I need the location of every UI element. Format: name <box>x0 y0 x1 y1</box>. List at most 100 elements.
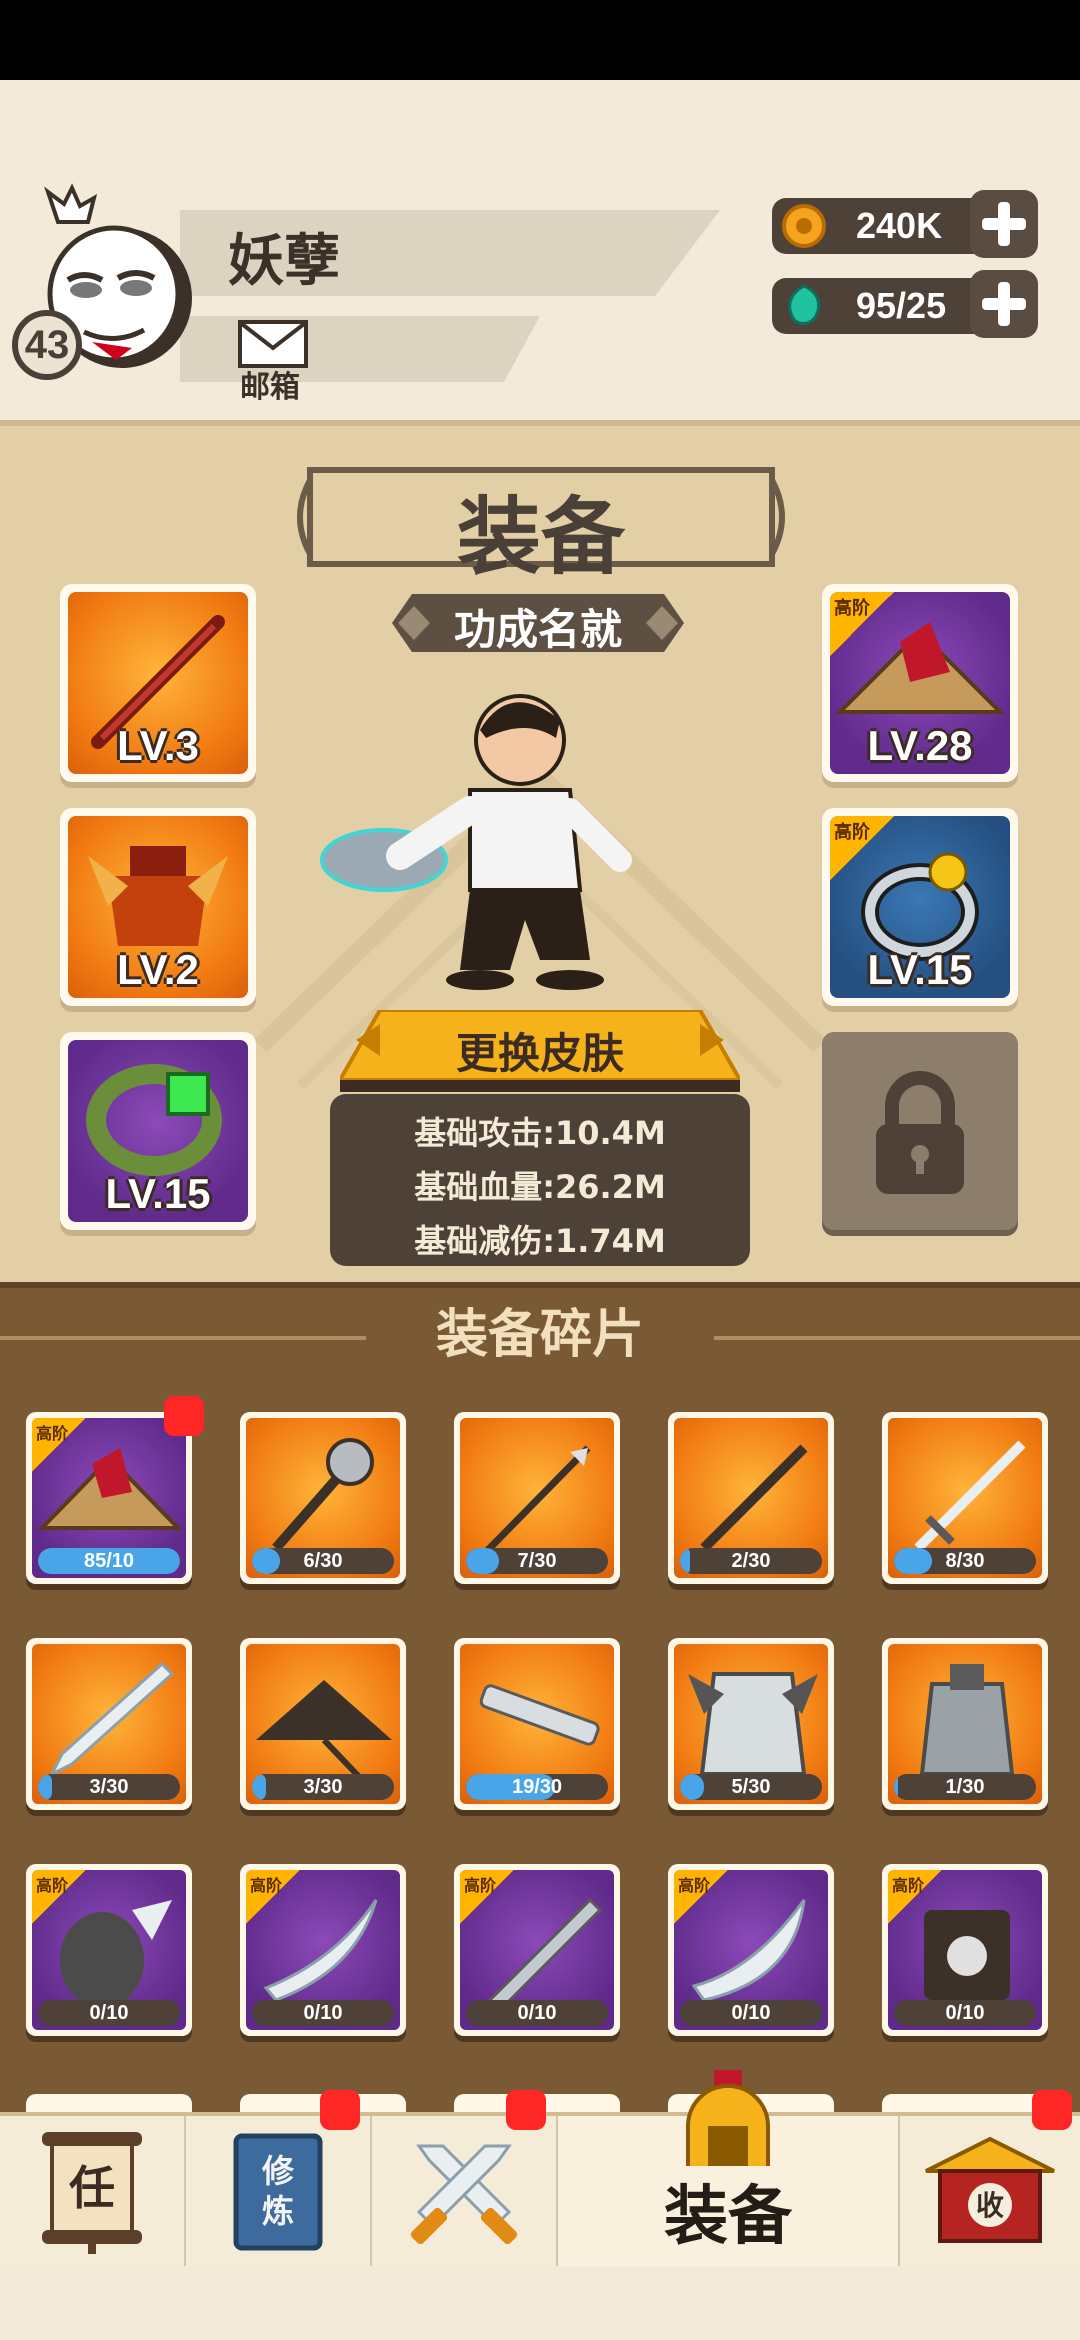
equip-slot-armor[interactable]: LV.2 <box>60 808 256 1006</box>
fragment-tile-bg: 1/30 <box>888 1644 1042 1804</box>
nav-training[interactable]: 修 炼 <box>186 2116 372 2266</box>
fragment-progress-bar: 8/30 <box>894 1548 1036 1574</box>
fragment-progress-bar: 0/10 <box>680 2000 822 2026</box>
grade-tag: 高阶 <box>32 1870 86 1924</box>
fragment-count: 3/30 <box>303 1776 343 1798</box>
fragment-mace[interactable]: 6/30 <box>240 1412 406 1584</box>
notification-badge <box>164 1396 204 1436</box>
nav-battle[interactable] <box>372 2116 558 2266</box>
hero-character <box>320 694 632 990</box>
nav-shop[interactable]: 收 <box>900 2116 1080 2266</box>
fragment-tile-bg: 高阶 0/10 <box>460 1870 614 2030</box>
fragment-progress-bar: 85/10 <box>38 1548 180 1574</box>
add-gems-button[interactable] <box>970 270 1038 338</box>
nav-tasks[interactable]: 任 <box>0 2116 186 2266</box>
swords-icon <box>410 2144 518 2245</box>
change-skin-label[interactable]: 更换皮肤 <box>340 1020 740 1081</box>
fragment-chest[interactable]: 高阶 0/10 <box>882 1864 1048 2036</box>
mail-icon[interactable] <box>238 320 308 368</box>
player-level-badge: 43 <box>12 310 82 380</box>
add-coins-button[interactable] <box>970 190 1038 258</box>
fragment-tile-bg: 高阶 85/10 <box>32 1418 186 1578</box>
fragment-progress-bar: 0/10 <box>252 2000 394 2026</box>
nav-equipment[interactable]: 装备 <box>558 2070 900 2266</box>
notification-badge <box>506 2090 546 2130</box>
fragment-progress-bar: 0/10 <box>894 2000 1036 2026</box>
fragment-tile-bg: 高阶 0/10 <box>32 1870 186 2030</box>
notification-badge <box>320 2090 360 2130</box>
fragment-count: 0/10 <box>303 2002 343 2024</box>
base-stats: 基础攻击:10.4M 基础血量:26.2M 基础减伤:1.74M <box>330 1094 750 1266</box>
fragment-staff[interactable]: 2/30 <box>668 1412 834 1584</box>
equip-slot-bracelet[interactable]: LV.15 <box>60 1032 256 1230</box>
shop-label: 收 <box>976 2189 1004 2222</box>
fragment-sword[interactable]: 8/30 <box>882 1412 1048 1584</box>
book-icon: 修 炼 <box>233 2133 323 2251</box>
equip-slot-weapon[interactable]: LV.3 <box>60 584 256 782</box>
scroll-icon: 任 <box>42 2132 142 2254</box>
fragment-tile-bg: 5/30 <box>674 1644 828 1804</box>
equip-slot-hat[interactable]: 高阶 LV.28 <box>822 584 1018 782</box>
mail-banner <box>180 316 540 382</box>
slot-level: LV.2 <box>117 946 199 993</box>
coin-icon <box>782 204 826 248</box>
training-label-2: 炼 <box>262 2192 294 2230</box>
fragment-count: 3/30 <box>89 1776 129 1798</box>
fragment-count: 0/10 <box>89 2002 129 2024</box>
shop-icon: 收 <box>925 2136 1055 2243</box>
fragment-count: 85/10 <box>83 1550 135 1572</box>
slot-level: LV.15 <box>105 1170 211 1217</box>
notification-badge <box>1032 2090 1072 2130</box>
fragment-progress-bar: 3/30 <box>252 1774 394 1800</box>
fragment-blade[interactable]: 3/30 <box>26 1638 192 1810</box>
fragment-spear[interactable]: 7/30 <box>454 1412 620 1584</box>
mail-label[interactable]: 邮箱 <box>240 362 300 406</box>
grade-tag: 高阶 <box>830 816 894 880</box>
grade-tag: 高阶 <box>32 1418 86 1472</box>
fragment-tile-bg: 3/30 <box>246 1644 400 1804</box>
fragment-tile-bg: 3/30 <box>32 1644 186 1804</box>
fragment-count: 6/30 <box>303 1550 343 1572</box>
player-name: 妖孽 <box>228 229 340 294</box>
fragments-title: 装备碎片 <box>435 1306 644 1362</box>
fragment-count: 2/30 <box>731 1550 771 1572</box>
fragment-gun[interactable]: 19/30 <box>454 1638 620 1810</box>
slot-level: LV.3 <box>117 722 199 769</box>
fragment-scimitar[interactable]: 高阶 0/10 <box>668 1864 834 2036</box>
fragment-straw-hat[interactable]: 3/30 <box>240 1638 406 1810</box>
fragment-tile-bg: 高阶 0/10 <box>674 1870 828 2030</box>
fragment-progress-bar: 0/10 <box>38 2000 180 2026</box>
fragment-count: 7/30 <box>517 1550 557 1572</box>
gem-icon <box>788 284 821 325</box>
fragment-saber[interactable]: 高阶 0/10 <box>240 1864 406 2036</box>
fragment-tile-bg: 8/30 <box>888 1418 1042 1578</box>
grade-tag: 高阶 <box>830 592 894 656</box>
system-nav-bar <box>0 2268 1080 2340</box>
fragment-tile-bg: 高阶 0/10 <box>246 1870 400 2030</box>
coin-counter: 240K <box>772 198 992 254</box>
fragment-count: 0/10 <box>517 2002 557 2024</box>
fragment-progress-bar: 2/30 <box>680 1548 822 1574</box>
tasks-label: 任 <box>69 2161 115 2215</box>
slot-level: LV.15 <box>867 946 973 993</box>
fragment-count: 0/10 <box>731 2002 771 2024</box>
equipment-tab-label: 装备 <box>664 2180 792 2254</box>
fragment-robe[interactable]: 5/30 <box>668 1638 834 1810</box>
equip-slot-ring[interactable]: 高阶 LV.15 <box>822 808 1018 1006</box>
helmet-icon <box>686 2070 770 2166</box>
fragment-broadsword[interactable]: 高阶 0/10 <box>454 1864 620 2036</box>
locked-slot[interactable] <box>822 1032 1018 1230</box>
achievement-label: 功成名就 <box>453 605 622 654</box>
stat-attack: 基础攻击:10.4M <box>414 1114 666 1152</box>
slot-level: LV.28 <box>867 722 973 769</box>
stat-damage-reduction: 基础减伤:1.74M <box>414 1222 666 1260</box>
fragment-progress-bar: 5/30 <box>680 1774 822 1800</box>
fragment-tile-bg: 6/30 <box>246 1418 400 1578</box>
fragment-hat[interactable]: 高阶 85/10 <box>26 1412 192 1584</box>
stat-hp: 基础血量:26.2M <box>414 1168 666 1206</box>
fragment-gauntlet[interactable]: 高阶 0/10 <box>26 1864 192 2036</box>
fragment-progress-bar: 7/30 <box>466 1548 608 1574</box>
grade-tag: 高阶 <box>888 1870 942 1924</box>
fragment-tile-bg: 7/30 <box>460 1418 614 1578</box>
fragment-armor[interactable]: 1/30 <box>882 1638 1048 1810</box>
